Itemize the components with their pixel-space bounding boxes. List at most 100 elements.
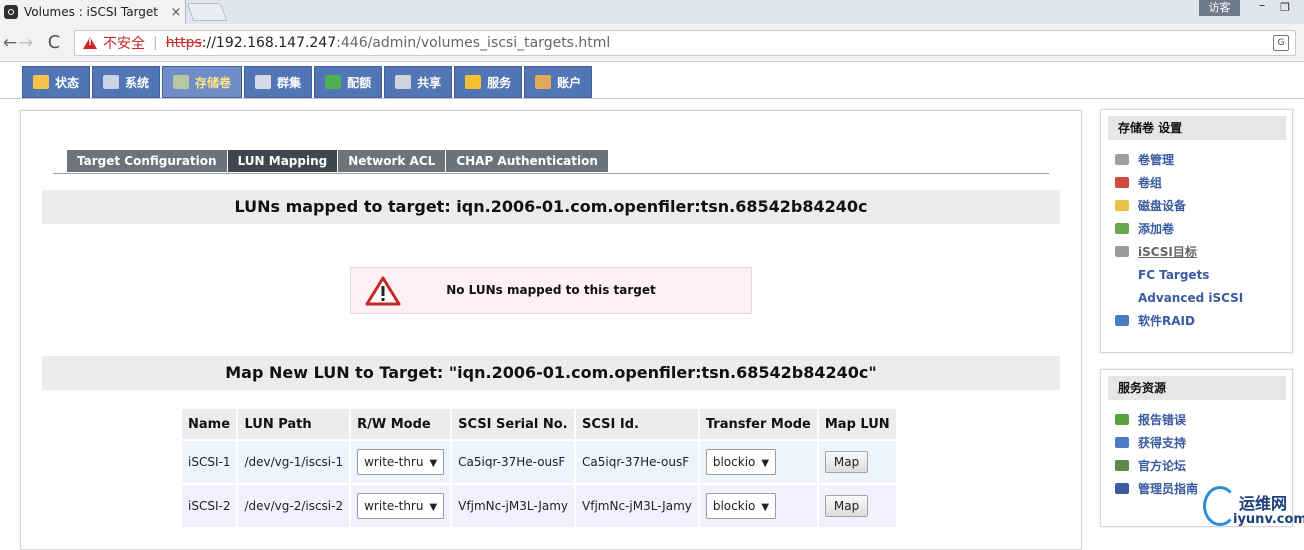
sidebar-link-label: iSCSI目标 (1138, 245, 1197, 259)
nav-tab-4[interactable]: 配额 (314, 66, 383, 98)
sidebar-link[interactable]: 官方论坛 (1115, 454, 1198, 477)
translate-icon[interactable]: G (1273, 35, 1289, 51)
rw-mode-select[interactable]: write-thru ▼ (357, 449, 445, 475)
nav-tab-5[interactable]: 共享 (384, 66, 453, 98)
lun-path-cell: /dev/vg-2/iscsi-2 (238, 485, 350, 527)
sidebar-link-label: 磁盘设备 (1138, 199, 1187, 213)
support-resources-list: 报告错误获得支持官方论坛管理员指南 (1115, 408, 1198, 500)
sidebar-link[interactable]: FC Targets (1115, 263, 1243, 286)
sidebar-link[interactable]: Advanced iSCSI (1115, 286, 1243, 309)
transfer-mode-cell: blockio ▼ (699, 485, 817, 527)
map-lun-button[interactable]: Map (824, 495, 869, 517)
volume-mgmt-icon (1115, 154, 1129, 165)
tab-lun-mapping[interactable]: LUN Mapping (227, 150, 338, 172)
close-tab-icon[interactable]: × (167, 5, 185, 20)
url-input[interactable]: 不安全 | https ://192.168.147.247 :446/admi… (74, 30, 1296, 56)
new-tab-button[interactable] (186, 3, 228, 21)
shares-icon (395, 75, 412, 89)
tab-chap-authentication[interactable]: CHAP Authentication (446, 150, 608, 172)
sidebar-link[interactable]: 添加卷 (1115, 217, 1243, 240)
volume-settings-list: 卷管理卷组磁盘设备添加卷 iSCSI目标 FC Targets Advanced iS… (1115, 148, 1243, 332)
sidebar-link-label: 获得支持 (1138, 436, 1187, 450)
nav-tab-2[interactable]: 存储卷 (162, 66, 243, 98)
column-header: LUN Path (238, 409, 350, 439)
minimize-icon[interactable]: – (1252, 0, 1272, 16)
sidebar-link-label: 卷管理 (1138, 153, 1175, 167)
column-header: Transfer Mode (699, 409, 817, 439)
fc-targets-icon (1115, 269, 1129, 280)
column-header: SCSI Serial No. (452, 409, 575, 439)
system-icon (103, 75, 120, 89)
sidebar-link[interactable]: 卷管理 (1115, 148, 1243, 171)
forward-icon[interactable]: → (16, 32, 36, 54)
nav-tab-3[interactable]: 群集 (244, 66, 313, 98)
nav-tab-label: 账户 (557, 75, 582, 90)
nav-tab-7[interactable]: 账户 (524, 66, 593, 98)
column-header: SCSI Id. (576, 409, 698, 439)
rw-mode-cell: write-thru ▼ (351, 441, 451, 483)
watermark-cn: 运维网 (1239, 494, 1288, 513)
lun-subtabs: Target Configuration LUN Mapping Network A… (67, 150, 609, 172)
sidebar-link-label: 官方论坛 (1138, 459, 1187, 473)
forum-icon (1115, 460, 1129, 471)
services-icon (465, 75, 482, 89)
reload-icon[interactable]: C (44, 32, 64, 54)
nav-tab-1[interactable]: 系统 (92, 66, 161, 98)
column-header: Map LUN (818, 409, 896, 439)
sidebar-link[interactable]: 软件RAID (1115, 309, 1243, 332)
profile-badge[interactable]: 访客 (1199, 0, 1240, 16)
lun-table: Name LUN Path R/W Mode SCSI Serial No. SCSI … (180, 407, 898, 529)
transfer-mode-value: blockio (712, 455, 756, 469)
sidebar-link[interactable]: 磁盘设备 (1115, 194, 1243, 217)
sidebar-link[interactable]: iSCSI目标 (1115, 240, 1243, 263)
transfer-mode-select[interactable]: blockio ▼ (705, 449, 777, 475)
url-host: ://192.168.147.247 (201, 35, 337, 51)
dropdown-arrow-icon: ▼ (761, 502, 770, 513)
sidebar-link[interactable]: 报告错误 (1115, 408, 1198, 431)
sidebar-link[interactable]: 管理员指南 (1115, 477, 1198, 500)
table-row: iSCSI-2/dev/vg-2/iscsi-2 write-thru ▼ VfjmN… (182, 485, 896, 527)
lun-path-cell: /dev/vg-1/iscsi-1 (238, 441, 350, 483)
notice-text: No LUNs mapped to this target (446, 283, 656, 297)
rw-mode-cell: write-thru ▼ (351, 485, 451, 527)
transfer-mode-value: blockio (712, 499, 756, 513)
cluster-icon (255, 75, 272, 89)
sidebar-link[interactable]: 卷组 (1115, 171, 1243, 194)
nav-tab-label: 状态 (55, 75, 80, 90)
tab-network-acl[interactable]: Network ACL (338, 150, 446, 172)
nav-divider (0, 98, 1304, 99)
site-watermark: 运维网 iyunv.com (1199, 484, 1304, 530)
transfer-mode-cell: blockio ▼ (699, 441, 817, 483)
volume-group-icon (1115, 177, 1129, 188)
nav-tab-label: 共享 (417, 75, 442, 90)
rw-mode-value: write-thru (364, 455, 424, 469)
watermark-en: iyunv.com (1233, 512, 1304, 527)
maximize-icon[interactable]: ❐ (1275, 0, 1295, 16)
sidebar-link[interactable]: 获得支持 (1115, 431, 1198, 454)
lun-name-cell: iSCSI-1 (182, 441, 237, 483)
nav-tab-0[interactable]: 状态 (22, 66, 91, 98)
support-icon (1115, 437, 1129, 448)
tab-title: Volumes : iSCSI Target (24, 5, 158, 19)
map-lun-cell: Map (818, 485, 896, 527)
map-lun-button[interactable]: Map (824, 451, 869, 473)
sidebar-link-label: FC Targets (1138, 267, 1210, 282)
sidebar-link-label: 软件RAID (1138, 314, 1195, 328)
rw-mode-select[interactable]: write-thru ▼ (357, 493, 445, 519)
iscsi-icon (1115, 246, 1129, 257)
browser-tab[interactable]: Volumes : iSCSI Target × (0, 0, 186, 24)
openfiler-favicon-icon (4, 5, 18, 19)
table-row: iSCSI-1/dev/vg-1/iscsi-1 write-thru ▼ Ca5iq… (182, 441, 896, 483)
scsi-id-cell: Ca5iqr-37He-ousF (576, 441, 698, 483)
advanced-iscsi-icon (1115, 292, 1129, 303)
dropdown-arrow-icon: ▼ (429, 502, 438, 513)
nav-tab-6[interactable]: 服务 (454, 66, 523, 98)
tab-target-configuration[interactable]: Target Configuration (67, 150, 227, 172)
volume-settings-title: 存储卷 设置 (1108, 116, 1286, 140)
url-separator: | (153, 35, 158, 51)
volume-settings-panel: 存储卷 设置 卷管理卷组磁盘设备添加卷 iSCSI目标 FC Targets Adva… (1100, 109, 1293, 353)
dropdown-arrow-icon: ▼ (429, 458, 438, 469)
scsi-serial-cell: Ca5iqr-37He-ousF (452, 441, 575, 483)
transfer-mode-select[interactable]: blockio ▼ (705, 493, 777, 519)
dropdown-arrow-icon: ▼ (761, 458, 770, 469)
